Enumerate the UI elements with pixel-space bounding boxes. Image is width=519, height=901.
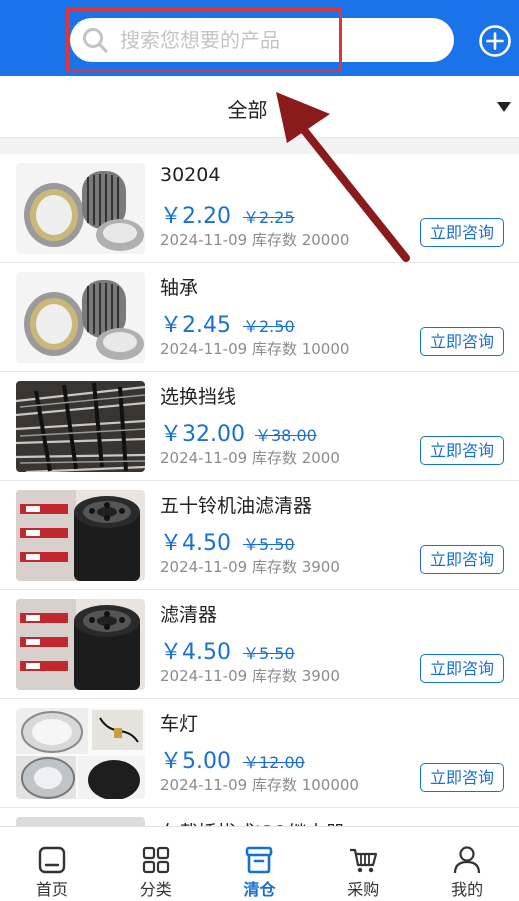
product-original-price: ￥5.50	[243, 535, 295, 554]
nav-clearance[interactable]: 清仓	[208, 827, 312, 901]
product-original-price: ￥2.25	[243, 208, 295, 227]
product-item[interactable]: 选换挡线 ￥32.00 ￥38.00 2024-11-09 库存数 2000 立…	[0, 372, 519, 481]
consult-button[interactable]: 立即咨询	[420, 327, 504, 356]
product-image-cables	[16, 381, 145, 472]
clearance-icon	[246, 846, 273, 874]
product-original-price: ￥38.00	[255, 426, 317, 445]
product-meta: 2024-11-09 库存数 10000	[160, 340, 350, 358]
product-meta: 2024-11-09 库存数 20000	[160, 231, 350, 249]
product-name: 选换挡线	[160, 386, 237, 408]
product-price: ￥2.20	[160, 204, 231, 229]
product-name: 滤清器	[160, 604, 218, 626]
add-icon[interactable]	[478, 24, 512, 58]
product-item[interactable]: 轴承 ￥2.45 ￥2.50 2024-11-09 库存数 10000 立即咨询	[0, 263, 519, 372]
consult-button[interactable]: 立即咨询	[420, 545, 504, 574]
product-original-price: ￥12.00	[243, 753, 305, 772]
nav-home[interactable]: 首页	[0, 827, 104, 901]
nav-label: 分类	[139, 880, 172, 899]
nav-label: 我的	[451, 880, 484, 899]
category-icon	[142, 846, 169, 874]
caret-down-icon	[497, 102, 511, 112]
product-name: 车灯	[160, 713, 199, 735]
product-image-bearing	[16, 272, 145, 363]
filter-label: 全部	[227, 98, 268, 122]
product-name: 轴承	[160, 277, 199, 299]
consult-button[interactable]: 立即咨询	[420, 218, 504, 247]
product-image-bearing	[16, 163, 145, 254]
product-item[interactable]: 滤清器 ￥4.50 ￥5.50 2024-11-09 库存数 3900 立即咨询	[0, 590, 519, 699]
product-name: 30204	[160, 164, 221, 186]
product-item[interactable]: 五十铃机油滤清器 ￥4.50 ￥5.50 2024-11-09 库存数 3900…	[0, 481, 519, 590]
category-filter[interactable]: 全部	[0, 76, 519, 138]
product-original-price: ￥5.50	[243, 644, 295, 663]
product-item[interactable]: 车灯 ￥5.00 ￥12.00 2024-11-09 库存数 100000 立即…	[0, 699, 519, 808]
product-price: ￥4.50	[160, 640, 231, 665]
nav-label: 首页	[35, 880, 68, 899]
nav-label: 清仓	[243, 880, 276, 899]
product-image-oil-filter	[16, 490, 145, 581]
product-meta: 2024-11-09 库存数 3900	[160, 558, 340, 576]
nav-profile[interactable]: 我的	[415, 827, 519, 901]
search-highlight-box	[66, 8, 342, 72]
consult-button[interactable]: 立即咨询	[420, 436, 504, 465]
product-list: 30204 ￥2.20 ￥2.25 2024-11-09 库存数 20000 立…	[0, 154, 519, 826]
nav-label: 采购	[347, 880, 380, 899]
bottom-nav: 首页 分类 清仓 采购 我的	[0, 826, 519, 901]
product-image-relay	[16, 817, 145, 826]
consult-button[interactable]: 立即咨询	[420, 763, 504, 792]
product-price: ￥5.00	[160, 749, 231, 774]
product-name: 车载插拔式ISO继电器	[160, 818, 345, 826]
product-image-headlight	[16, 708, 145, 799]
product-item[interactable]: 30204 ￥2.20 ￥2.25 2024-11-09 库存数 20000 立…	[0, 154, 519, 263]
nav-category[interactable]: 分类	[104, 827, 208, 901]
product-name: 五十铃机油滤清器	[160, 495, 313, 517]
consult-button[interactable]: 立即咨询	[420, 654, 504, 683]
home-icon	[38, 846, 66, 874]
cart-icon	[350, 848, 378, 873]
app-screen: 全部 30204 ￥2.20 ￥2.25 2024-11-09 库存数	[0, 0, 519, 901]
product-price: ￥2.45	[160, 313, 231, 338]
user-icon	[453, 846, 481, 874]
product-price: ￥4.50	[160, 531, 231, 556]
product-meta: 2024-11-09 库存数 100000	[160, 776, 359, 794]
product-original-price: ￥2.50	[243, 317, 295, 336]
product-price: ￥32.00	[160, 422, 245, 447]
product-meta: 2024-11-09 库存数 3900	[160, 667, 340, 685]
product-image-oil-filter	[16, 599, 145, 690]
nav-purchase[interactable]: 采购	[311, 827, 415, 901]
product-meta: 2024-11-09 库存数 2000	[160, 449, 340, 467]
product-item[interactable]: 车载插拔式ISO继电器	[0, 808, 519, 826]
